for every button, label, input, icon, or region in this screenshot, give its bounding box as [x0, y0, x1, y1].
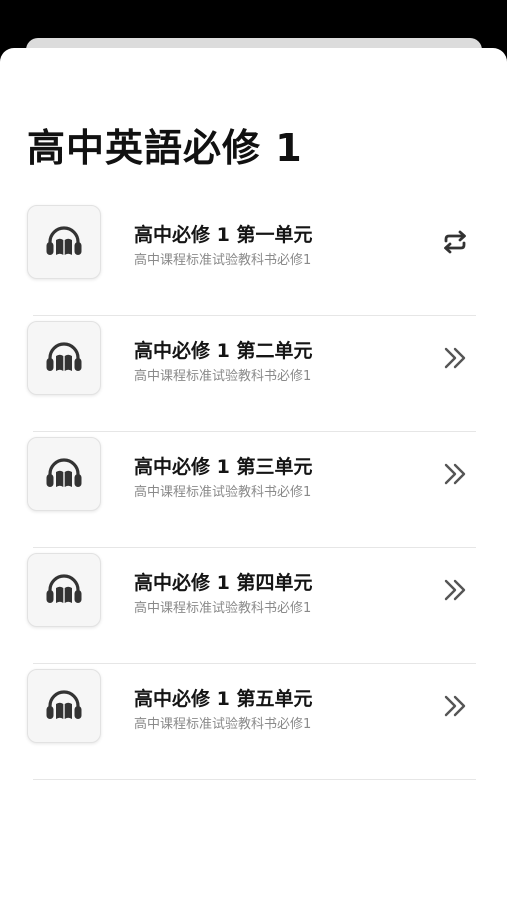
double-chevron-right-icon[interactable]	[438, 460, 472, 488]
headphones-book-icon	[46, 574, 82, 603]
double-chevron-right-icon[interactable]	[438, 692, 472, 720]
unit-thumbnail	[27, 321, 101, 395]
unit-row-2[interactable]: 高中必修 1 第二单元 高中课程标准试验教科书必修1	[0, 316, 507, 432]
unit-subtitle: 高中课程标准试验教科书必修1	[134, 369, 312, 384]
unit-subtitle: 高中课程标准试验教科书必修1	[134, 485, 312, 500]
repeat-icon[interactable]	[438, 228, 472, 256]
unit-title: 高中必修 1 第五单元	[134, 688, 313, 710]
unit-title: 高中必修 1 第三单元	[134, 456, 313, 478]
unit-list: 高中必修 1 第一单元 高中课程标准试验教科书必修1 高中必修 1 第二单元 高…	[0, 200, 507, 780]
unit-row-1[interactable]: 高中必修 1 第一单元 高中课程标准试验教科书必修1	[0, 200, 507, 316]
unit-thumbnail	[27, 437, 101, 511]
unit-thumbnail	[27, 205, 101, 279]
unit-subtitle: 高中课程标准试验教科书必修1	[134, 253, 312, 268]
unit-row-4[interactable]: 高中必修 1 第四单元 高中课程标准试验教科书必修1	[0, 548, 507, 664]
unit-thumbnail	[27, 669, 101, 743]
row-divider	[33, 779, 476, 780]
unit-row-3[interactable]: 高中必修 1 第三单元 高中课程标准试验教科书必修1	[0, 432, 507, 548]
headphones-book-icon	[46, 458, 82, 487]
unit-row-5[interactable]: 高中必修 1 第五单元 高中课程标准试验教科书必修1	[0, 664, 507, 780]
double-chevron-right-icon[interactable]	[438, 344, 472, 372]
unit-title: 高中必修 1 第一单元	[134, 224, 313, 246]
unit-title: 高中必修 1 第四单元	[134, 572, 313, 594]
headphones-book-icon	[46, 690, 82, 719]
unit-title: 高中必修 1 第二单元	[134, 340, 313, 362]
double-chevron-right-icon[interactable]	[438, 576, 472, 604]
unit-subtitle: 高中课程标准试验教科书必修1	[134, 601, 312, 616]
page-title: 高中英語必修 1	[27, 126, 303, 170]
unit-subtitle: 高中课程标准试验教科书必修1	[134, 717, 312, 732]
headphones-book-icon	[46, 342, 82, 371]
headphones-book-icon	[46, 226, 82, 255]
unit-thumbnail	[27, 553, 101, 627]
